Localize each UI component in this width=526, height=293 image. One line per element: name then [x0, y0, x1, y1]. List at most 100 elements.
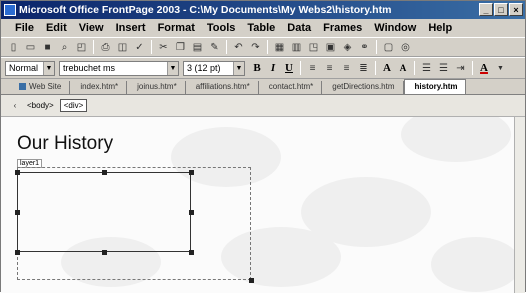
tab-label: Web Site: [29, 82, 62, 91]
resize-handle[interactable]: [102, 250, 107, 255]
help-icon[interactable]: ◎: [399, 41, 412, 54]
align-right-icon[interactable]: ≡: [340, 62, 353, 75]
menu-insert[interactable]: Insert: [116, 22, 146, 34]
underline-button[interactable]: U: [281, 61, 297, 76]
toolbar-separator: [93, 40, 94, 54]
toolbar-separator: [267, 40, 268, 54]
copy-icon[interactable]: ❐: [174, 41, 187, 54]
font-color-icon[interactable]: A: [476, 61, 492, 76]
toolbar-separator: [414, 61, 415, 75]
chevron-down-icon[interactable]: ▼: [494, 62, 507, 75]
tag-body[interactable]: <body>: [23, 99, 58, 112]
menu-data[interactable]: Data: [287, 22, 311, 34]
standard-toolbar: ▯ ▭ ■ ⌕ ◰ ⎙ ◫ ✓ ✂ ❐ ▤ ✎ ↶ ↷ ▦ ▥ ◳ ▣ ◈ ⚭ …: [1, 37, 525, 57]
tab-joinus[interactable]: joinus.htm*: [127, 81, 186, 94]
preview-icon[interactable]: ◫: [116, 41, 129, 54]
resize-handle[interactable]: [189, 170, 194, 175]
menu-file[interactable]: File: [15, 22, 34, 34]
selected-layer-box[interactable]: [17, 172, 191, 252]
chevron-down-icon: ▼: [167, 61, 178, 75]
font-select[interactable]: trebuchet ms ▼: [59, 60, 179, 76]
publish-icon[interactable]: ◰: [75, 41, 88, 54]
tab-affiliations[interactable]: affiliations.htm*: [186, 81, 259, 94]
font-size-select[interactable]: 3 (12 pt) ▼: [183, 60, 245, 76]
toolbar-separator: [376, 40, 377, 54]
bullets-icon[interactable]: ☰: [437, 62, 450, 75]
chevron-down-icon: ▼: [43, 61, 54, 75]
toolbar-separator: [472, 61, 473, 75]
maximize-button[interactable]: □: [494, 3, 508, 16]
background-pattern: [401, 117, 511, 162]
resize-handle[interactable]: [15, 250, 20, 255]
insert-layer-icon[interactable]: ◳: [307, 41, 320, 54]
frontpage-window: Microsoft Office FrontPage 2003 - C:\My …: [0, 0, 526, 293]
tab-web-site[interactable]: Web Site: [9, 81, 71, 94]
tag-div[interactable]: <div>: [59, 99, 88, 112]
title-bar: Microsoft Office FrontPage 2003 - C:\My …: [1, 1, 525, 19]
insert-table-icon[interactable]: ▥: [290, 41, 303, 54]
print-icon[interactable]: ⎙: [99, 41, 112, 54]
resize-handle[interactable]: [249, 278, 254, 283]
menu-window[interactable]: Window: [374, 22, 416, 34]
menu-frames[interactable]: Frames: [323, 22, 362, 34]
design-view-canvas[interactable]: Our History layer1: [1, 117, 515, 293]
tab-history[interactable]: history.htm: [403, 79, 467, 94]
numbering-icon[interactable]: ☰: [420, 62, 433, 75]
toolbar-separator: [375, 61, 376, 75]
increase-font-icon[interactable]: A: [379, 61, 395, 76]
quick-tag-selector: ‹ <body> <div>: [1, 95, 525, 117]
code-view-icon[interactable]: ▢: [382, 41, 395, 54]
resize-handle[interactable]: [15, 170, 20, 175]
indent-icon[interactable]: ⇥: [454, 62, 467, 75]
align-left-icon[interactable]: ≡: [306, 62, 319, 75]
decrease-font-icon[interactable]: A: [395, 61, 411, 76]
font-size-value: 3 (12 pt): [187, 63, 221, 73]
menu-bar: File Edit View Insert Format Tools Table…: [1, 19, 525, 37]
spelling-icon[interactable]: ✓: [133, 41, 146, 54]
font-value: trebuchet ms: [63, 63, 116, 73]
menu-edit[interactable]: Edit: [46, 22, 67, 34]
vertical-scrollbar[interactable]: [514, 117, 525, 293]
search-icon[interactable]: ⌕: [58, 41, 71, 54]
background-pattern: [431, 237, 515, 292]
window-title: Microsoft Office FrontPage 2003 - C:\My …: [19, 4, 392, 16]
web-component-icon[interactable]: ▦: [273, 41, 286, 54]
resize-handle[interactable]: [102, 170, 107, 175]
resize-handle[interactable]: [15, 210, 20, 215]
style-value: Normal: [9, 63, 39, 73]
insert-picture-icon[interactable]: ▣: [324, 41, 337, 54]
menu-table[interactable]: Table: [247, 22, 275, 34]
open-icon[interactable]: ▭: [24, 41, 37, 54]
page-tabs: Web Site index.htm* joinus.htm* affiliat…: [1, 79, 525, 95]
tab-contact[interactable]: contact.htm*: [259, 81, 323, 94]
style-select[interactable]: Normal ▼: [5, 60, 55, 76]
save-icon[interactable]: ■: [41, 41, 54, 54]
justify-icon[interactable]: ≣: [357, 62, 370, 75]
format-painter-icon[interactable]: ✎: [208, 41, 221, 54]
minimize-button[interactable]: _: [479, 3, 493, 16]
menu-tools[interactable]: Tools: [207, 22, 236, 34]
bold-button[interactable]: B: [249, 61, 265, 76]
menu-help[interactable]: Help: [428, 22, 452, 34]
paste-icon[interactable]: ▤: [191, 41, 204, 54]
drawing-icon[interactable]: ◈: [341, 41, 354, 54]
menu-view[interactable]: View: [79, 22, 104, 34]
frontpage-app-icon: [4, 4, 16, 16]
resize-handle[interactable]: [189, 210, 194, 215]
resize-handle[interactable]: [189, 250, 194, 255]
close-button[interactable]: ×: [509, 3, 523, 16]
tab-index[interactable]: index.htm*: [70, 81, 128, 94]
toolbar-separator: [151, 40, 152, 54]
align-center-icon[interactable]: ≡: [323, 62, 336, 75]
undo-icon[interactable]: ↶: [232, 41, 245, 54]
tab-getdirections[interactable]: getDirections.htm: [322, 81, 404, 94]
tag-back-icon[interactable]: ‹: [11, 99, 19, 112]
italic-button[interactable]: I: [265, 61, 281, 76]
cut-icon[interactable]: ✂: [157, 41, 170, 54]
new-page-icon[interactable]: ▯: [7, 41, 20, 54]
formatting-toolbar: Normal ▼ trebuchet ms ▼ 3 (12 pt) ▼ B I …: [1, 57, 525, 79]
menu-format[interactable]: Format: [158, 22, 195, 34]
hyperlink-icon[interactable]: ⚭: [358, 41, 371, 54]
redo-icon[interactable]: ↷: [249, 41, 262, 54]
page-heading[interactable]: Our History: [17, 133, 113, 155]
